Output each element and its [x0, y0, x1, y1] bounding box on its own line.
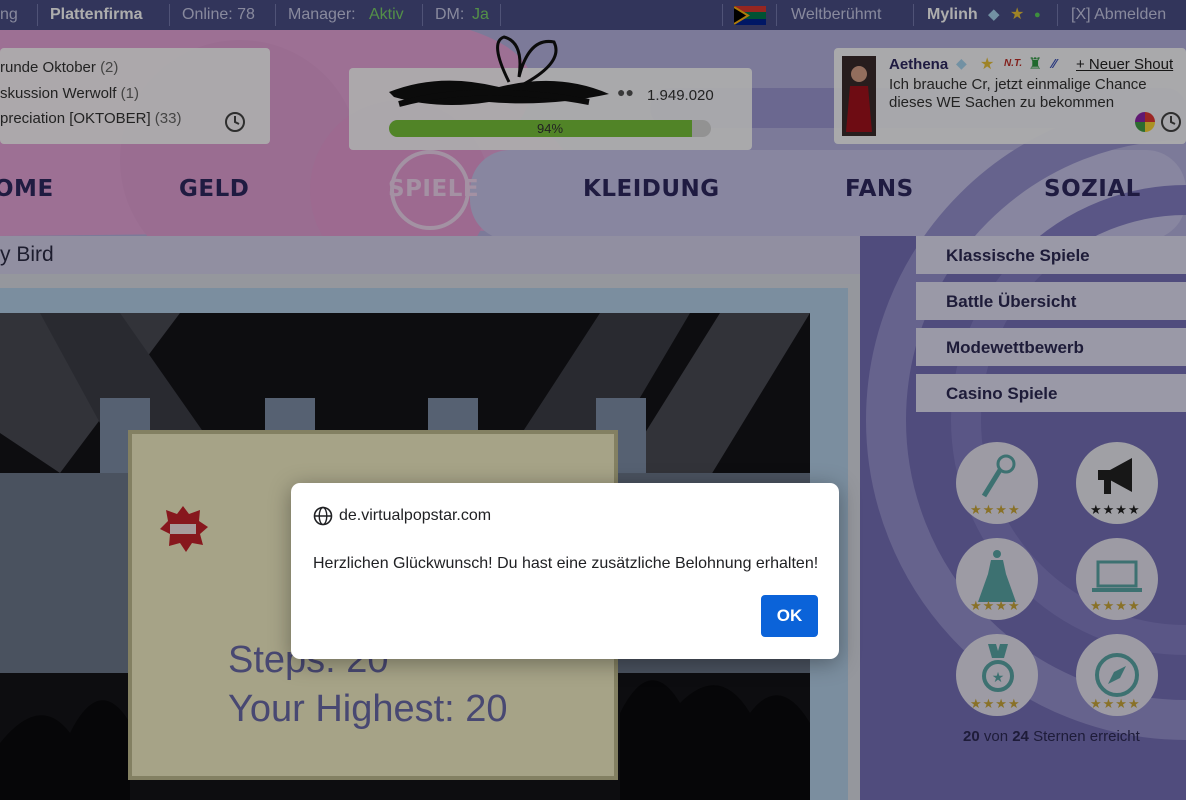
- app-window: ng Plattenfirma Online: 78 Manager: Akti…: [0, 0, 1186, 800]
- modal-backdrop: [0, 0, 1186, 800]
- dialog-message: Herzlichen Glückwunsch! Du hast eine zus…: [313, 555, 819, 572]
- globe-icon: [313, 506, 333, 526]
- alert-dialog: de.virtualpopstar.com Herzlichen Glückwu…: [291, 483, 839, 659]
- dialog-origin: de.virtualpopstar.com: [339, 507, 492, 524]
- ok-button[interactable]: OK: [761, 595, 818, 637]
